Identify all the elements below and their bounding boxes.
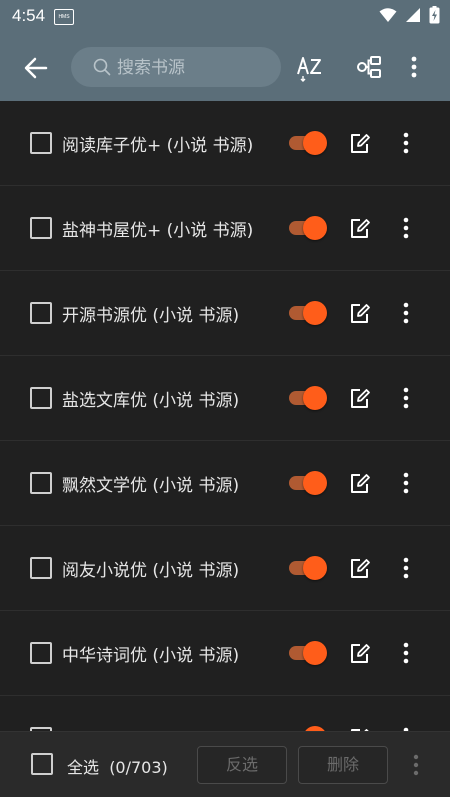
source-row[interactable]: 阅读库子优+ (小说 书源) (0, 101, 450, 186)
source-name: 阅读库子优+ (小说 书源) (62, 136, 254, 156)
select-all-label: 全选 (0/703) (67, 754, 168, 778)
edit-button[interactable] (349, 218, 371, 240)
more-vert-icon (403, 557, 409, 579)
toolbar (0, 32, 450, 101)
source-row[interactable]: 中华诗词优 (小说 书源) (0, 611, 450, 696)
more-vert-icon (403, 217, 409, 239)
battery-charging-icon (429, 6, 440, 24)
status-time: 4:54 (12, 6, 46, 25)
source-enable-toggle[interactable] (287, 469, 329, 497)
toggle-thumb (303, 216, 327, 240)
more-vert-icon (403, 387, 409, 409)
source-enable-toggle[interactable] (287, 214, 329, 242)
signal-icon (406, 8, 420, 22)
edit-icon (351, 559, 370, 578)
row-more-button[interactable] (396, 132, 416, 154)
delete-button[interactable]: 删除 (298, 746, 388, 784)
more-vert-icon (413, 754, 419, 776)
row-more-button[interactable] (396, 642, 416, 664)
more-vert-icon (403, 302, 409, 324)
edit-icon (351, 644, 370, 663)
source-list: 阅读库子优+ (小说 书源) 盐神书屋优+ (小说 书源) 开源书源优 (小说 … (0, 101, 450, 731)
row-more-button[interactable] (396, 557, 416, 579)
bottom-bar: 全选 (0/703) 反选 删除 (0, 731, 450, 797)
row-more-button[interactable] (396, 302, 416, 324)
source-name: 盐神书屋优+ (小说 书源) (62, 221, 254, 241)
source-row[interactable]: 华书文学优 (小说 书源) (0, 696, 450, 731)
invert-selection-button[interactable]: 反选 (197, 746, 287, 784)
edit-icon (351, 474, 370, 493)
source-checkbox[interactable] (30, 302, 52, 324)
bottom-more-button[interactable] (407, 753, 425, 777)
toggle-thumb (303, 556, 327, 580)
back-button[interactable] (20, 52, 52, 84)
more-vert-icon (411, 56, 417, 78)
source-enable-toggle[interactable] (287, 384, 329, 412)
source-enable-toggle[interactable] (287, 554, 329, 582)
source-row[interactable]: 阅友小说优 (小说 书源) (0, 526, 450, 611)
source-enable-toggle[interactable] (287, 129, 329, 157)
source-checkbox[interactable] (30, 387, 52, 409)
toggle-thumb (303, 471, 327, 495)
source-name: 开源书源优 (小说 书源) (62, 306, 240, 326)
select-all-text: 全选 (67, 758, 100, 777)
row-more-button[interactable] (396, 217, 416, 239)
source-checkbox[interactable] (30, 472, 52, 494)
edit-button[interactable] (349, 558, 371, 580)
group-button[interactable] (355, 52, 385, 82)
screen: 4:54 HMS 搜索书源 阅读库子优+ (小说 书源) 盐神书屋优+ (小说 … (0, 0, 450, 797)
source-checkbox[interactable] (30, 217, 52, 239)
back-arrow-icon (24, 57, 48, 79)
sort-az-icon (297, 57, 321, 82)
source-name: 中华诗词优 (小说 书源) (62, 646, 240, 666)
status-bar: 4:54 HMS (0, 0, 450, 32)
edit-icon (351, 219, 370, 238)
select-all-checkbox[interactable] (31, 753, 53, 775)
source-enable-toggle[interactable] (287, 299, 329, 327)
toggle-thumb (303, 131, 327, 155)
more-vert-icon (403, 642, 409, 664)
toggle-thumb (303, 386, 327, 410)
edit-button[interactable] (349, 133, 371, 155)
source-name: 飘然文学优 (小说 书源) (62, 476, 240, 496)
edit-button[interactable] (349, 388, 371, 410)
source-enable-toggle[interactable] (287, 724, 329, 731)
source-checkbox[interactable] (30, 132, 52, 154)
source-name: 阅友小说优 (小说 书源) (62, 561, 240, 581)
more-vert-icon (403, 132, 409, 154)
source-name: 盐选文库优 (小说 书源) (62, 391, 240, 411)
edit-button[interactable] (349, 643, 371, 665)
selection-count: (0/703) (109, 758, 168, 777)
sort-button[interactable] (295, 52, 325, 82)
status-icons (379, 6, 440, 24)
group-icon (357, 56, 381, 78)
edit-icon (351, 134, 370, 153)
toolbar-more-button[interactable] (406, 52, 422, 82)
hms-badge: HMS (54, 9, 74, 25)
search-input[interactable] (115, 55, 269, 81)
toggle-thumb (303, 301, 327, 325)
wifi-icon (379, 8, 397, 22)
source-row[interactable]: 盐选文库优 (小说 书源) (0, 356, 450, 441)
search-icon (93, 58, 111, 76)
source-checkbox[interactable] (30, 642, 52, 664)
source-checkbox[interactable] (30, 557, 52, 579)
toggle-thumb (303, 641, 327, 665)
source-row[interactable]: 飘然文学优 (小说 书源) (0, 441, 450, 526)
edit-button[interactable] (349, 473, 371, 495)
row-more-button[interactable] (396, 387, 416, 409)
edit-button[interactable] (349, 303, 371, 325)
source-row[interactable]: 盐神书屋优+ (小说 书源) (0, 186, 450, 271)
more-vert-icon (403, 472, 409, 494)
edit-icon (351, 389, 370, 408)
row-more-button[interactable] (396, 472, 416, 494)
source-row[interactable]: 开源书源优 (小说 书源) (0, 271, 450, 356)
search-box[interactable] (71, 47, 281, 87)
edit-icon (351, 304, 370, 323)
source-enable-toggle[interactable] (287, 639, 329, 667)
